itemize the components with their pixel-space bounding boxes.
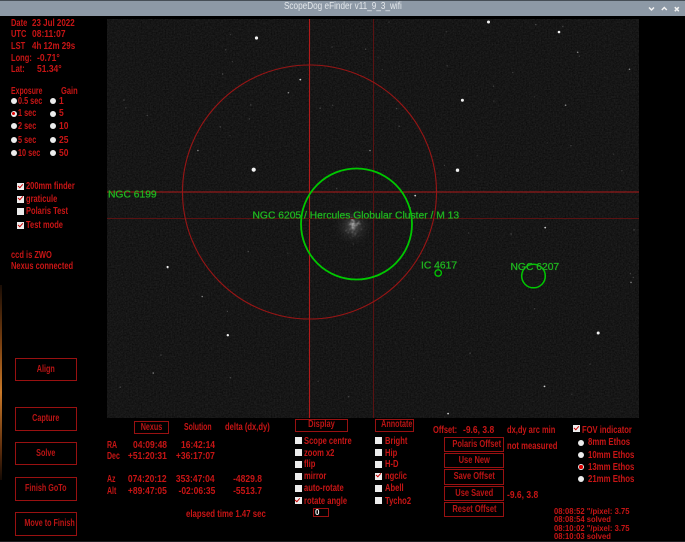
svg-text:NGC 6207: NGC 6207	[511, 262, 560, 273]
svg-text:NGC 6199: NGC 6199	[108, 190, 157, 201]
svg-text:NGC 6205 / Hercules Globular C: NGC 6205 / Hercules Globular Cluster / M…	[253, 211, 460, 222]
svg-text:IC 4617: IC 4617	[421, 261, 457, 272]
